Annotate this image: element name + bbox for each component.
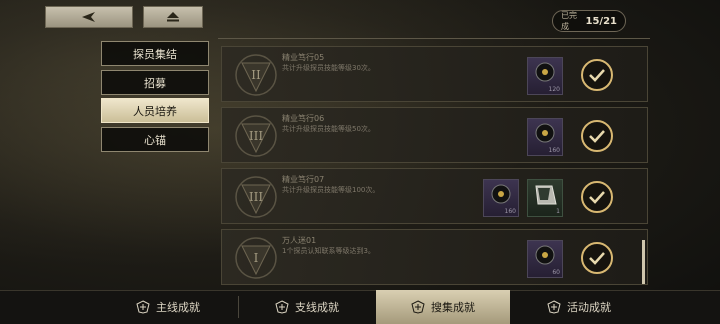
reward-quantity: 1 [556, 208, 560, 215]
reward-quantity: 160 [548, 147, 560, 154]
shield-plus-icon [136, 300, 150, 314]
achievement-card: III 精业笃行07 共计升级探员技能等级100次。 160 1 [221, 168, 648, 224]
achievement-title: 精业笃行07 [282, 175, 325, 184]
achievement-title: 精业笃行06 [282, 114, 325, 123]
achievement-desc: 共计升级探员技能等级100次。 [282, 186, 380, 194]
coin-reward-icon [491, 184, 511, 204]
svg-text:I: I [254, 251, 259, 265]
rank-badge-icon: II [235, 54, 277, 96]
reward-item[interactable]: 120 [527, 57, 563, 95]
back-button[interactable] [45, 6, 133, 28]
material-reward-icon [535, 185, 557, 205]
shield-plus-icon [411, 300, 425, 314]
category-heart-anchor[interactable]: 心锚 [101, 127, 209, 152]
achievement-desc: 共计升级探员技能等级50次。 [282, 125, 375, 133]
back-arrow-icon [82, 12, 95, 22]
tab-main-achievements[interactable]: 主线成就 [100, 290, 236, 324]
tab-label: 搜集成就 [431, 301, 475, 314]
category-recruit[interactable]: 招募 [101, 70, 209, 95]
reward-item[interactable]: 1 [527, 179, 563, 217]
achievement-desc: 共计升级探员技能等级30次。 [282, 64, 375, 72]
svg-text:III: III [249, 190, 263, 204]
completed-check [581, 181, 613, 213]
achievement-title: 万人迷01 [282, 236, 317, 245]
svg-text:III: III [249, 129, 263, 143]
reward-quantity: 120 [548, 86, 560, 93]
completed-check [581, 242, 613, 274]
reward-item[interactable]: 160 [483, 179, 519, 217]
tab-collection-achievements[interactable]: 搜集成就 [376, 290, 510, 324]
progress-label: 已完成 [561, 11, 577, 31]
tab-event-achievements[interactable]: 活动成就 [512, 290, 646, 324]
achievement-card: II 精业笃行05 共计升级探员技能等级30次。 120 [221, 46, 648, 102]
tab-side-achievements[interactable]: 支线成就 [240, 290, 374, 324]
shield-plus-icon [275, 300, 289, 314]
reward-item[interactable]: 60 [527, 240, 563, 278]
rank-badge-icon: III [235, 176, 277, 218]
tab-label: 支线成就 [295, 301, 339, 314]
progress-count: 15/21 [585, 15, 617, 27]
list-divider [218, 38, 650, 39]
coin-reward-icon [535, 245, 555, 265]
coin-reward-icon [535, 62, 555, 82]
reward-item[interactable]: 160 [527, 118, 563, 156]
check-icon [589, 191, 605, 204]
check-icon [589, 252, 605, 265]
category-personnel-training[interactable]: 人员培养 [101, 98, 209, 123]
shield-plus-icon [547, 300, 561, 314]
reward-quantity: 60 [552, 269, 560, 276]
achievement-list[interactable]: II 精业笃行05 共计升级探员技能等级30次。 120 III 精业笃行06 … [218, 36, 650, 289]
tab-divider [238, 296, 239, 318]
check-icon [589, 69, 605, 82]
achievement-card: III 精业笃行06 共计升级探员技能等级50次。 160 [221, 107, 648, 163]
rank-badge-icon: I [235, 237, 277, 279]
achievement-card: I 万人迷01 1个探员认知联系等级达到3。 60 [221, 229, 648, 285]
completed-check [581, 120, 613, 152]
completed-check [581, 59, 613, 91]
achievement-desc: 1个探员认知联系等级达到3。 [282, 247, 375, 255]
svg-text:II: II [251, 68, 261, 82]
list-scrollbar[interactable] [642, 240, 645, 284]
category-agent-assembly[interactable]: 探员集结 [101, 41, 209, 66]
progress-indicator: 已完成 15/21 [552, 10, 626, 32]
eject-icon [167, 12, 179, 22]
tab-label: 活动成就 [567, 301, 611, 314]
tab-label: 主线成就 [156, 301, 200, 314]
rank-badge-icon: III [235, 115, 277, 157]
reward-quantity: 160 [504, 208, 516, 215]
home-button[interactable] [143, 6, 203, 28]
coin-reward-icon [535, 123, 555, 143]
achievement-title: 精业笃行05 [282, 53, 325, 62]
check-icon [589, 130, 605, 143]
